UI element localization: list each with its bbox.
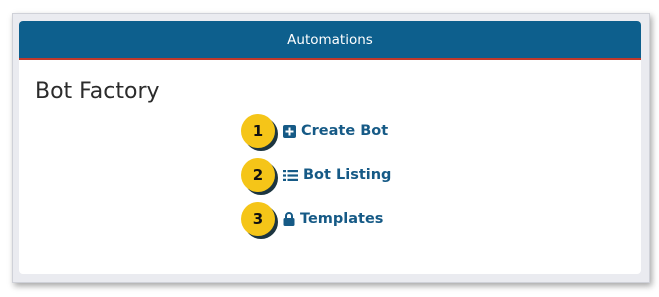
automations-panel: Automations Bot Factory 1 Create Bot 2 B… — [19, 21, 641, 274]
panel-header-title: Automations — [287, 31, 373, 48]
bot-listing-link[interactable]: Bot Listing — [283, 167, 391, 183]
page-title: Bot Factory — [35, 79, 160, 104]
step-badge: 1 — [241, 114, 275, 148]
bot-listing-label: Bot Listing — [303, 167, 392, 183]
panel-header: Automations — [19, 21, 641, 60]
step-badge: 3 — [241, 202, 275, 236]
outer-frame: Automations Bot Factory 1 Create Bot 2 B… — [12, 13, 650, 283]
menu-item-create-bot: 1 Create Bot — [241, 114, 388, 148]
menu-item-templates: 3 Templates — [241, 202, 383, 236]
menu-item-bot-listing: 2 Bot Listing — [241, 158, 391, 192]
templates-label: Templates — [300, 211, 384, 227]
list-icon — [283, 169, 298, 182]
create-bot-label: Create Bot — [301, 123, 389, 139]
lock-icon — [283, 212, 295, 226]
create-bot-link[interactable]: Create Bot — [283, 123, 388, 139]
templates-link[interactable]: Templates — [283, 211, 383, 227]
step-badge: 2 — [241, 158, 275, 192]
plus-square-icon — [283, 124, 296, 138]
